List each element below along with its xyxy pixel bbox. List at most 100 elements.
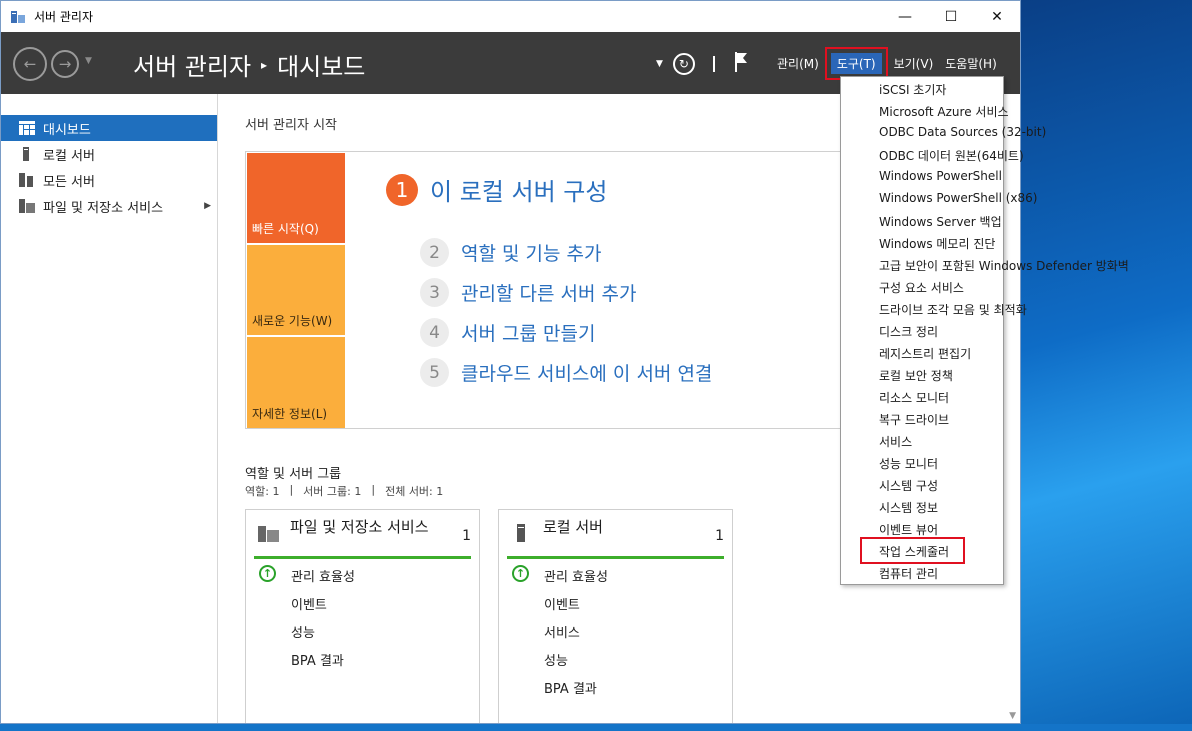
tools-item-system-info[interactable]: 시스템 정보	[879, 499, 938, 516]
card-count: 1	[715, 528, 724, 544]
tools-item-system-config[interactable]: 시스템 구성	[879, 477, 938, 494]
tools-item-local-security[interactable]: 로컬 보안 정책	[879, 367, 953, 384]
minimize-button[interactable]: —	[882, 1, 928, 32]
tools-item-recovery-drive[interactable]: 복구 드라이브	[879, 411, 949, 428]
task-scheduler-highlight	[860, 537, 965, 564]
tools-item-odbc32[interactable]: ODBC Data Sources (32-bit)	[879, 125, 1046, 139]
step-configure-local-server[interactable]: 1 이 로컬 서버 구성	[386, 172, 607, 207]
sidebar-item-local-server[interactable]: 로컬 서버	[1, 141, 217, 167]
tools-item-azure[interactable]: Microsoft Azure 서비스	[879, 103, 1009, 120]
window-title: 서버 관리자	[34, 10, 94, 24]
tools-item-firewall[interactable]: 고급 보안이 포함된 Windows Defender 방화벽	[879, 257, 1129, 274]
breadcrumb-current: 대시보드	[277, 53, 366, 81]
servers-count: 전체 서버: 1	[385, 485, 444, 498]
step-create-group[interactable]: 4 서버 그룹 만들기	[420, 318, 595, 347]
menu-manage[interactable]: 관리(M)	[771, 53, 825, 74]
role-card-file-storage[interactable]: 파일 및 저장소 서비스 1 ↑ 관리 효율성 이벤트 성능 BPA 결과	[245, 509, 480, 723]
title-bar: 서버 관리자 — ☐ ✕	[1, 1, 1020, 32]
menu-bar: 관리(M) 도구(T) 보기(V) 도움말(H)	[771, 47, 1003, 80]
expand-arrow-icon[interactable]: ▶	[204, 201, 211, 211]
storage-icon	[258, 524, 280, 542]
sidebar-item-all-servers[interactable]: 모든 서버	[1, 167, 217, 193]
stats-separator: |	[371, 483, 376, 496]
breadcrumb: 서버 관리자 ▸ 대시보드	[133, 47, 365, 82]
sidebar-item-dashboard[interactable]: 대시보드	[1, 115, 217, 141]
tile-quick-start[interactable]: 빠른 시작(Q)	[247, 153, 345, 243]
card-header: 로컬 서버 1	[507, 518, 724, 559]
tools-item-iscsi[interactable]: iSCSI 초기자	[879, 81, 946, 98]
refresh-icon[interactable]: ↻	[672, 52, 695, 75]
step-number: 2	[420, 238, 449, 267]
step-add-roles[interactable]: 2 역할 및 기능 추가	[420, 238, 601, 267]
status-ok-icon: ↑	[512, 565, 529, 582]
breadcrumb-separator: ▸	[261, 57, 268, 72]
menu-view[interactable]: 보기(V)	[888, 53, 940, 74]
sidebar-item-label: 파일 및 저장소 서비스	[43, 200, 164, 216]
forward-arrow-icon[interactable]: →	[51, 50, 79, 78]
menu-help[interactable]: 도움말(H)	[939, 53, 1003, 74]
storage-icon	[19, 199, 35, 213]
card-row-services[interactable]: 서비스	[544, 622, 580, 641]
header-divider	[712, 55, 715, 72]
taskbar	[0, 724, 1192, 731]
card-row-bpa[interactable]: BPA 결과	[544, 678, 597, 697]
tools-item-component-services[interactable]: 구성 요소 서비스	[879, 279, 964, 296]
role-card-local-server[interactable]: 로컬 서버 1 ↑ 관리 효율성 이벤트 서비스 성능 BPA 결과	[498, 509, 733, 723]
refresh-dropdown-icon[interactable]: ▼	[656, 59, 663, 69]
sidebar-item-label: 대시보드	[43, 122, 91, 138]
breadcrumb-root[interactable]: 서버 관리자	[133, 47, 251, 82]
tools-item-powershell[interactable]: Windows PowerShell	[879, 169, 1002, 183]
sidebar-item-file-storage[interactable]: 파일 및 저장소 서비스 ▶	[1, 193, 217, 219]
notifications-flag-icon[interactable]	[733, 51, 749, 76]
step-connect-cloud[interactable]: 5 클라우드 서비스에 이 서버 연결	[420, 358, 712, 387]
step-link[interactable]: 관리할 다른 서버 추가	[461, 279, 636, 306]
tools-item-resource-monitor[interactable]: 리소스 모니터	[879, 389, 949, 406]
tools-item-services[interactable]: 서비스	[879, 433, 912, 450]
sidebar-item-label: 로컬 서버	[43, 148, 95, 164]
server-manager-icon	[10, 10, 26, 24]
step-number: 3	[420, 278, 449, 307]
roles-stats: 역할: 1 | 서버 그룹: 1 | 전체 서버: 1	[245, 483, 443, 499]
tools-item-powershell-x86[interactable]: Windows PowerShell (x86)	[879, 191, 1037, 205]
card-row-performance[interactable]: 성능	[291, 622, 315, 641]
history-dropdown-icon[interactable]: ▼	[85, 56, 92, 66]
tools-item-perf-monitor[interactable]: 성능 모니터	[879, 455, 938, 472]
tools-item-registry[interactable]: 레지스트리 편집기	[879, 345, 971, 362]
scroll-down-icon[interactable]: ▼	[1009, 711, 1016, 721]
section-title: 서버 관리자 시작	[245, 118, 337, 133]
tools-item-event-viewer[interactable]: 이벤트 뷰어	[879, 521, 938, 538]
step-add-servers[interactable]: 3 관리할 다른 서버 추가	[420, 278, 636, 307]
tools-item-memory-diag[interactable]: Windows 메모리 진단	[879, 235, 995, 252]
step-link[interactable]: 이 로컬 서버 구성	[430, 172, 607, 207]
sidebar-item-label: 모든 서버	[43, 174, 95, 190]
maximize-button[interactable]: ☐	[928, 1, 974, 32]
step-link[interactable]: 클라우드 서비스에 이 서버 연결	[461, 359, 712, 386]
card-row-events[interactable]: 이벤트	[291, 594, 327, 613]
card-row-bpa[interactable]: BPA 결과	[291, 650, 344, 669]
tools-item-computer-management[interactable]: 컴퓨터 관리	[879, 565, 938, 582]
groups-count: 서버 그룹: 1	[303, 485, 362, 498]
card-row-manageability[interactable]: 관리 효율성	[544, 566, 608, 585]
sidebar: 대시보드 로컬 서버 모든 서버 파일 및 저장소 서비스 ▶	[1, 94, 218, 723]
card-title[interactable]: 파일 및 저장소 서비스	[290, 518, 440, 556]
card-count: 1	[462, 528, 471, 544]
card-row-events[interactable]: 이벤트	[544, 594, 580, 613]
tools-item-backup[interactable]: Windows Server 백업	[879, 213, 1002, 230]
close-button[interactable]: ✕	[974, 1, 1020, 32]
step-link[interactable]: 역할 및 기능 추가	[461, 239, 601, 266]
card-row-manageability[interactable]: 관리 효율성	[291, 566, 355, 585]
tools-dropdown-menu: iSCSI 초기자 Microsoft Azure 서비스 ODBC Data …	[840, 76, 1129, 585]
dashboard-icon	[19, 121, 35, 135]
step-link[interactable]: 서버 그룹 만들기	[461, 319, 595, 346]
tile-whats-new[interactable]: 새로운 기능(W)	[247, 245, 345, 335]
tile-learn-more[interactable]: 자세한 정보(L)	[247, 337, 345, 428]
menu-tools[interactable]: 도구(T)	[824, 47, 888, 80]
back-arrow-icon[interactable]: ←	[13, 47, 47, 81]
tools-item-odbc64[interactable]: ODBC 데이터 원본(64비트)	[879, 147, 1024, 164]
step-number: 5	[420, 358, 449, 387]
tools-item-disk-cleanup[interactable]: 디스크 정리	[879, 323, 938, 340]
tools-item-defrag[interactable]: 드라이브 조각 모음 및 최적화	[879, 301, 1027, 318]
card-title[interactable]: 로컬 서버	[543, 518, 693, 556]
card-row-performance[interactable]: 성능	[544, 650, 568, 669]
desktop-background	[1021, 0, 1192, 731]
